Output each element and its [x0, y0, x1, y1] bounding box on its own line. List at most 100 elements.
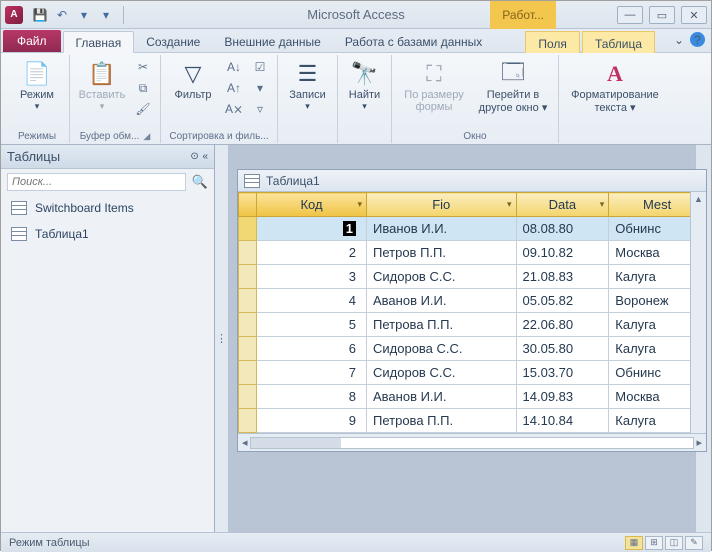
cell-fio[interactable]: Иванов И.И. — [367, 217, 517, 241]
nav-dropdown-icon[interactable]: ⊙ — [190, 151, 198, 162]
window-minimize[interactable]: — — [617, 6, 643, 24]
cell-data[interactable]: 14.09.83 — [516, 385, 609, 409]
row-selector[interactable] — [239, 361, 257, 385]
view-pivotchart[interactable]: ◫ — [665, 536, 683, 550]
col-fio[interactable]: Fio▾ — [367, 193, 517, 217]
cell-id[interactable]: 6 — [257, 337, 367, 361]
row-selector[interactable] — [239, 385, 257, 409]
select-all-header[interactable] — [239, 193, 257, 217]
search-icon[interactable]: 🔍 — [192, 174, 208, 190]
cell-data[interactable]: 09.10.82 — [516, 241, 609, 265]
data-grid[interactable]: Код▾ Fio▾ Data▾ Mest▾ 1Иванов И.И.08.08.… — [238, 192, 706, 433]
cell-fio[interactable]: Аванов И.И. — [367, 385, 517, 409]
sort-asc[interactable]: A↓ — [223, 57, 245, 77]
cell-id[interactable]: 2 — [257, 241, 367, 265]
fit-form-button[interactable]: ⛶ По размеру формы — [398, 57, 470, 113]
toggle-filter[interactable]: ▿ — [249, 99, 271, 119]
row-selector[interactable] — [239, 217, 257, 241]
cut-button[interactable]: ✂ — [132, 57, 154, 77]
cell-fio[interactable]: Петров П.П. — [367, 241, 517, 265]
cell-fio[interactable]: Петрова П.П. — [367, 409, 517, 433]
tab-home[interactable]: Главная — [63, 31, 135, 53]
qat-more[interactable]: ▾ — [95, 4, 117, 26]
cell-fio[interactable]: Сидорова С.С. — [367, 337, 517, 361]
find-button[interactable]: 🔭 Найти ▾ — [339, 57, 391, 112]
help-icon[interactable]: ? — [690, 32, 705, 47]
cell-id[interactable]: 8 — [257, 385, 367, 409]
grid-scrollbar-h[interactable]: ◂ ▸ — [238, 433, 706, 451]
tab-table[interactable]: Таблица — [582, 31, 655, 53]
table-row[interactable]: 3Сидоров С.С.21.08.83Калуга — [239, 265, 706, 289]
cell-fio[interactable]: Сидоров С.С. — [367, 265, 517, 289]
table-row[interactable]: 9Петрова П.П.14.10.84Калуга — [239, 409, 706, 433]
cell-data[interactable]: 21.08.83 — [516, 265, 609, 289]
switch-window-button[interactable]: 🗔 Перейти в другое окно ▾ — [474, 57, 552, 114]
nav-header[interactable]: Таблицы ⊙ « — [1, 145, 214, 169]
cell-fio[interactable]: Петрова П.П. — [367, 313, 517, 337]
filter-button[interactable]: ▽ Фильтр — [167, 57, 219, 101]
ribbon-collapse[interactable]: ⌄ — [674, 33, 684, 47]
row-selector[interactable] — [239, 241, 257, 265]
cell-data[interactable]: 14.10.84 — [516, 409, 609, 433]
cell-fio[interactable]: Сидоров С.С. — [367, 361, 517, 385]
copy-button[interactable]: ⧉ — [132, 78, 154, 98]
subwindow-title-bar[interactable]: Таблица1 — [238, 170, 706, 192]
tab-create[interactable]: Создание — [134, 30, 212, 52]
cell-data[interactable]: 05.05.82 — [516, 289, 609, 313]
nav-collapse-icon[interactable]: « — [202, 151, 208, 162]
view-datasheet[interactable]: ▦ — [625, 536, 643, 550]
cell-fio[interactable]: Аванов И.И. — [367, 289, 517, 313]
view-pivottable[interactable]: ⊞ — [645, 536, 663, 550]
qat-save[interactable]: 💾 — [29, 4, 51, 26]
cell-data[interactable]: 30.05.80 — [516, 337, 609, 361]
tab-external[interactable]: Внешние данные — [212, 30, 333, 52]
col-id[interactable]: Код▾ — [257, 193, 367, 217]
table-row[interactable]: 6Сидорова С.С.30.05.80Калуга — [239, 337, 706, 361]
clipboard-dialog-launcher[interactable]: ◢ — [143, 131, 150, 142]
window-maximize[interactable]: ▭ — [649, 6, 675, 24]
cell-id[interactable]: 4 — [257, 289, 367, 313]
window-close[interactable]: ✕ — [681, 6, 707, 24]
row-selector[interactable] — [239, 313, 257, 337]
row-selector[interactable] — [239, 337, 257, 361]
views-button[interactable]: 📄 Режим ▾ — [11, 57, 63, 112]
sort-desc[interactable]: A↑ — [223, 78, 245, 98]
tab-fields[interactable]: Поля — [525, 31, 580, 53]
scroll-thumb[interactable] — [251, 438, 341, 448]
cell-id[interactable]: 9 — [257, 409, 367, 433]
cell-id[interactable]: 7 — [257, 361, 367, 385]
paste-button[interactable]: 📋 Вставить ▾ — [76, 57, 128, 112]
search-input[interactable] — [7, 173, 186, 191]
selection-filter[interactable]: ☑ — [249, 57, 271, 77]
view-design[interactable]: ✎ — [685, 536, 703, 550]
qat-undo[interactable]: ↶ — [51, 4, 73, 26]
table-row[interactable]: 7Сидоров С.С.15.03.70Обнинс — [239, 361, 706, 385]
records-button[interactable]: ☰ Записи ▾ — [282, 57, 334, 112]
table-row[interactable]: 8Аванов И.И.14.09.83Москва — [239, 385, 706, 409]
table-row[interactable]: 1Иванов И.И.08.08.80Обнинс — [239, 217, 706, 241]
cell-id[interactable]: 5 — [257, 313, 367, 337]
nav-item-table1[interactable]: Таблица1 — [1, 221, 214, 247]
sort-clear[interactable]: A⨯ — [223, 99, 245, 119]
file-tab[interactable]: Файл — [3, 30, 61, 52]
nav-resize-grip[interactable]: ⋮ — [215, 145, 229, 532]
qat-redo[interactable]: ▾ — [73, 4, 95, 26]
cell-id[interactable]: 3 — [257, 265, 367, 289]
row-selector[interactable] — [239, 409, 257, 433]
chevron-down-icon[interactable]: ▾ — [507, 199, 512, 210]
nav-item-switchboard[interactable]: Switchboard Items — [1, 195, 214, 221]
col-data[interactable]: Data▾ — [516, 193, 609, 217]
row-selector[interactable] — [239, 289, 257, 313]
chevron-down-icon[interactable]: ▾ — [600, 199, 605, 210]
row-selector[interactable] — [239, 265, 257, 289]
table-row[interactable]: 4Аванов И.И.05.05.82Воронеж — [239, 289, 706, 313]
chevron-down-icon[interactable]: ▾ — [357, 199, 362, 210]
grid-scrollbar-v[interactable]: ▲ — [690, 192, 706, 433]
formatpainter-button[interactable]: 🖌 — [132, 99, 154, 119]
cell-id[interactable]: 1 — [257, 217, 367, 241]
table-row[interactable]: 2Петров П.П.09.10.82Москва — [239, 241, 706, 265]
advanced-filter[interactable]: ▾ — [249, 78, 271, 98]
tab-dbtools[interactable]: Работа с базами данных — [333, 30, 494, 52]
cell-data[interactable]: 08.08.80 — [516, 217, 609, 241]
cell-data[interactable]: 15.03.70 — [516, 361, 609, 385]
